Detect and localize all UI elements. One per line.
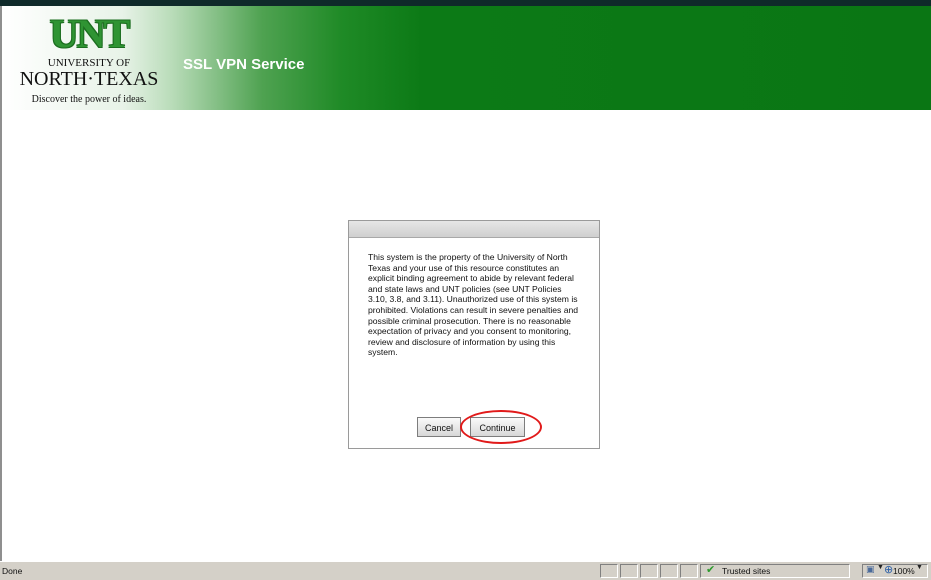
status-text: Done xyxy=(2,566,23,576)
page-title: SSL VPN Service xyxy=(183,56,305,73)
status-panel xyxy=(680,564,698,578)
unt-logo: UNT UNIVERSITY OF NORTH·TEXAS Discover t… xyxy=(8,14,170,116)
logo-wordmark: UNT xyxy=(49,11,130,56)
logo-north-texas: NORTH·TEXAS xyxy=(19,68,159,90)
logo-tagline: Discover the power of ideas. xyxy=(31,94,147,105)
page-protect-icon[interactable]: ▣ xyxy=(866,564,875,575)
dialog-titlebar xyxy=(349,221,599,238)
status-bar: Done ✔ Trusted sites ▣ ▼ ⊕ 100% ▼ xyxy=(0,561,931,580)
status-panel xyxy=(660,564,678,578)
site-header: UNT UNIVERSITY OF NORTH·TEXAS Discover t… xyxy=(2,6,931,110)
zoom-level[interactable]: 100% xyxy=(893,566,915,576)
status-panel xyxy=(600,564,618,578)
policy-dialog: This system is the property of the Unive… xyxy=(348,220,600,449)
continue-button[interactable]: Continue xyxy=(470,417,525,437)
status-panel xyxy=(620,564,638,578)
zoom-icon[interactable]: ⊕ xyxy=(884,563,893,576)
policy-message: This system is the property of the Unive… xyxy=(368,252,579,358)
browser-page: UNT UNIVERSITY OF NORTH·TEXAS Discover t… xyxy=(0,0,931,580)
chevron-down-icon[interactable]: ▼ xyxy=(916,564,923,571)
status-panel xyxy=(640,564,658,578)
checkmark-icon: ✔ xyxy=(706,564,716,576)
cancel-button[interactable]: Cancel xyxy=(417,417,461,437)
chevron-down-icon[interactable]: ▼ xyxy=(877,564,884,571)
security-zone-label: Trusted sites xyxy=(722,566,771,576)
